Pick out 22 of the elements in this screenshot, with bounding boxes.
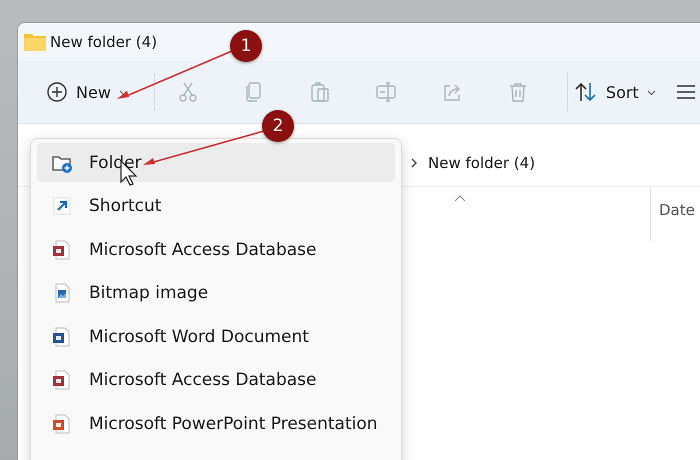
paste-icon (308, 81, 331, 103)
chevron-icon (411, 158, 418, 168)
menu-item[interactable]: Microsoft Access Database (37, 360, 395, 400)
column-header[interactable]: Date (650, 187, 700, 241)
sort-button[interactable]: Sort (568, 72, 666, 112)
window-title: New folder (4) (50, 33, 158, 51)
caret-icon (118, 88, 128, 96)
menu-item[interactable]: Microsoft Access Database (37, 230, 395, 270)
menu-item[interactable]: Bitmap image (37, 274, 395, 313)
shortcut-icon (51, 195, 73, 218)
rename-icon (374, 81, 397, 103)
sort-ascending-icon (454, 195, 466, 202)
breadcrumb-item[interactable]: New folder (4) (428, 154, 536, 172)
menu-item[interactable]: Shortcut (37, 186, 395, 226)
cut-icon (176, 81, 199, 103)
menu-item[interactable]: Microsoft PowerPoint Presentation (37, 404, 395, 444)
sort-icon (574, 81, 598, 103)
plus-icon (46, 81, 68, 103)
new-button[interactable]: New (40, 72, 138, 112)
folder-icon (24, 33, 46, 51)
menu-item[interactable]: Microsoft Word Document (37, 317, 395, 356)
caret-icon (646, 88, 656, 96)
